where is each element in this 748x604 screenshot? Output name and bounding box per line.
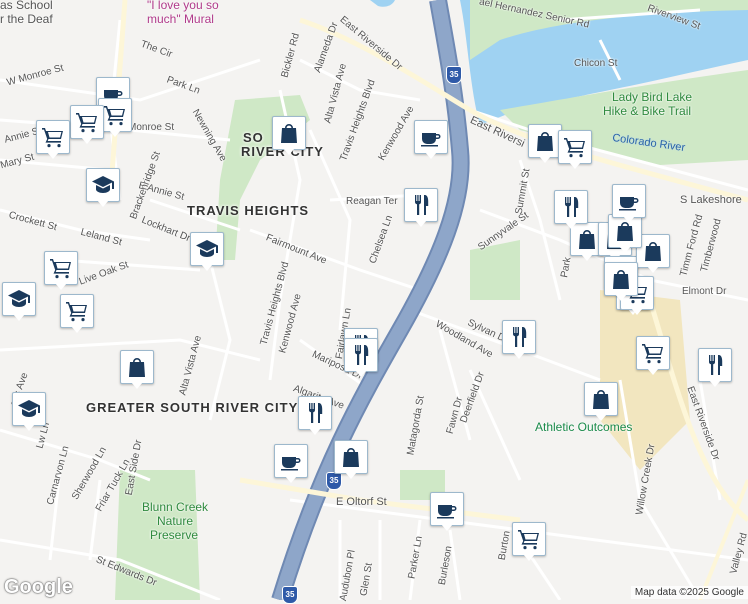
grocery-marker[interactable] <box>60 294 94 334</box>
grocery-marker[interactable] <box>512 522 546 562</box>
interstate-shield: 35 <box>282 586 298 604</box>
grocery-icon <box>558 130 592 164</box>
school-marker[interactable] <box>190 232 224 272</box>
grocery-marker[interactable] <box>44 251 78 291</box>
cafe-icon <box>430 492 464 526</box>
restaurant-icon <box>554 190 588 224</box>
restaurant-icon <box>298 396 332 430</box>
school-marker[interactable] <box>86 168 120 208</box>
shopping-icon <box>272 116 306 150</box>
grocery-icon <box>60 294 94 328</box>
shopping-marker[interactable] <box>272 116 306 156</box>
shopping-icon <box>334 440 368 474</box>
grocery-icon <box>512 522 546 556</box>
shopping-icon <box>604 262 638 296</box>
shopping-marker[interactable] <box>334 440 368 480</box>
school-marker[interactable] <box>2 282 36 322</box>
restaurant-marker[interactable] <box>554 190 588 230</box>
grocery-icon <box>70 105 104 139</box>
restaurant-icon <box>404 188 438 222</box>
interstate-shield: 35 <box>446 66 462 84</box>
cafe-icon <box>414 120 448 154</box>
grocery-icon <box>636 336 670 370</box>
restaurant-marker[interactable] <box>502 320 536 360</box>
map-attribution[interactable]: Map data ©2025 Google <box>630 586 748 599</box>
google-logo: Google <box>4 576 73 598</box>
grocery-marker[interactable] <box>36 120 70 160</box>
cafe-marker[interactable] <box>274 444 308 484</box>
park-blunn <box>115 470 200 600</box>
grocery-marker[interactable] <box>70 105 104 145</box>
grocery-icon <box>44 251 78 285</box>
valley-rd <box>698 479 748 600</box>
restaurant-icon <box>698 348 732 382</box>
restaurant-marker[interactable] <box>298 396 332 436</box>
shopping-marker[interactable] <box>604 262 638 302</box>
cafe-marker[interactable] <box>430 492 464 532</box>
shopping-marker[interactable] <box>120 350 154 390</box>
shopping-marker[interactable] <box>528 124 562 164</box>
park-south <box>470 240 520 300</box>
grocery-icon <box>36 120 70 154</box>
restaurant-marker[interactable] <box>404 188 438 228</box>
restaurant-marker[interactable] <box>344 338 378 378</box>
shopping-icon <box>120 350 154 384</box>
restaurant-marker[interactable] <box>698 348 732 388</box>
grocery-marker[interactable] <box>636 336 670 376</box>
cafe-icon <box>612 184 646 218</box>
restaurant-icon <box>344 338 378 372</box>
school-icon <box>190 232 224 266</box>
school-icon <box>12 392 46 426</box>
river-upper <box>370 0 395 7</box>
school-icon <box>2 282 36 316</box>
cafe-marker[interactable] <box>414 120 448 160</box>
school-marker[interactable] <box>12 392 46 432</box>
cafe-marker[interactable] <box>612 184 646 224</box>
restaurant-icon <box>502 320 536 354</box>
shopping-marker[interactable] <box>584 382 618 422</box>
shopping-icon <box>584 382 618 416</box>
e-oltorf-st <box>239 477 521 523</box>
grocery-marker[interactable] <box>558 130 592 170</box>
school-icon <box>86 168 120 202</box>
cafe-icon <box>274 444 308 478</box>
shopping-icon <box>528 124 562 158</box>
